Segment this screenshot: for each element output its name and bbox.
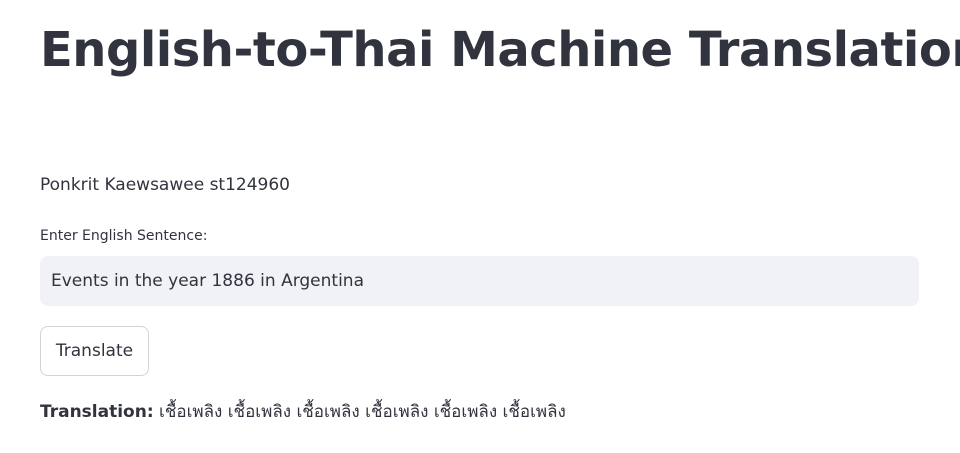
author-text: Ponkrit Kaewsawee st124960 — [40, 175, 290, 195]
translation-label: Translation: — [40, 402, 154, 422]
translate-button[interactable]: Translate — [40, 326, 149, 376]
translation-text: เชื้อเพลิง เชื้อเพลิง เชื้อเพลิง เชื้อเพ… — [159, 402, 566, 422]
sentence-input[interactable] — [40, 256, 919, 306]
sentence-input-label: Enter English Sentence: — [40, 228, 208, 244]
page-title: English-to-Thai Machine Translation — [40, 22, 960, 78]
translation-result: Translation: เชื้อเพลิง เชื้อเพลิง เชื้อ… — [40, 400, 566, 424]
